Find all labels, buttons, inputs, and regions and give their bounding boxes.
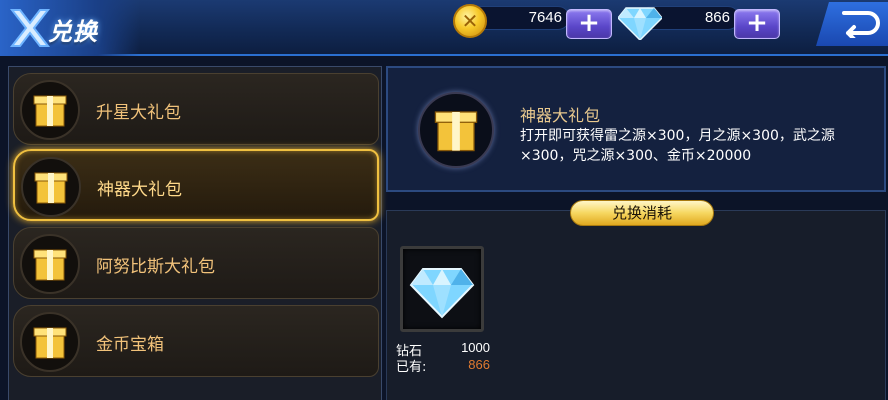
package-detail: 神器大礼包 打开即可获得雷之源×300，月之源×300，武之源×300，咒之源×… xyxy=(386,66,886,192)
package-item-anubis[interactable]: 阿努比斯大礼包 xyxy=(13,227,379,299)
package-label: 升星大礼包 xyxy=(96,103,181,123)
cost-item-slot[interactable] xyxy=(400,246,484,332)
gift-box-icon xyxy=(20,80,80,140)
gift-box-icon xyxy=(418,92,494,168)
package-item-gold-chest[interactable]: 金币宝箱 xyxy=(13,305,379,377)
detail-description: 打开即可获得雷之源×300，月之源×300，武之源×300，咒之源×300、金币… xyxy=(520,128,835,164)
add-coins-button[interactable]: + xyxy=(566,9,612,39)
cost-owned-label: 已有: xyxy=(396,360,427,375)
back-arrow-icon xyxy=(842,11,880,38)
x-logo-icon xyxy=(9,9,51,47)
diamond-icon xyxy=(409,268,475,319)
package-item-artifact[interactable]: 神器大礼包 xyxy=(13,149,379,221)
coin-icon: ✕ xyxy=(453,4,487,38)
cost-tab: 兑换消耗 xyxy=(570,200,714,226)
package-label: 神器大礼包 xyxy=(97,180,182,200)
diamond-count: 866 xyxy=(704,9,730,26)
gift-box-icon xyxy=(20,234,80,294)
top-bar: 兑换 ✕ 7646 + 866 + xyxy=(0,0,888,56)
page-title: 兑换 xyxy=(48,18,98,46)
title-area: 兑换 xyxy=(0,0,140,56)
package-label: 阿努比斯大礼包 xyxy=(96,257,215,277)
gift-box-icon xyxy=(20,312,80,372)
coin-count: 7646 xyxy=(528,9,562,26)
package-item-star[interactable]: 升星大礼包 xyxy=(13,73,379,145)
diamond-icon xyxy=(618,7,662,40)
detail-title: 神器大礼包 xyxy=(520,106,601,125)
package-list: 升星大礼包 神器大礼包 阿努比斯大礼包 金币宝箱 xyxy=(8,66,382,400)
cost-required: 1000 xyxy=(461,340,490,355)
gift-box-icon xyxy=(21,157,81,217)
back-button[interactable] xyxy=(816,2,888,46)
add-diamonds-button[interactable]: + xyxy=(734,9,780,39)
package-label: 金币宝箱 xyxy=(96,335,164,355)
cost-owned-value: 866 xyxy=(468,357,490,372)
